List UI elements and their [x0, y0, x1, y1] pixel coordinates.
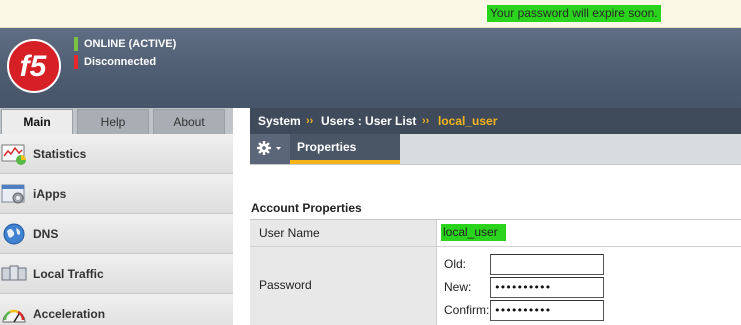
sidebar-item-label: Local Traffic [33, 267, 104, 281]
new-password-input[interactable]: •••••••••• [490, 277, 604, 298]
confirm-password-label: Confirm: [444, 303, 490, 317]
disconnected-indicator [74, 55, 78, 69]
breadcrumb-system[interactable]: System [258, 108, 301, 134]
chevron-down-icon [276, 147, 281, 150]
dns-globe-icon [3, 223, 25, 245]
new-password-label: New: [444, 280, 472, 294]
status-online: ONLINE (ACTIVE) [74, 37, 176, 51]
notice-bar: Your password will expire soon. [0, 0, 741, 28]
breadcrumb-current: local_user [438, 114, 498, 128]
table-row: Password Old: New: •••••••••• Confirm: •… [250, 247, 741, 325]
tab-properties-label: Properties [297, 140, 357, 154]
logo-text: f5 [20, 50, 48, 83]
breadcrumb-user-list[interactable]: Users : User List [321, 108, 416, 134]
user-name-value: local_user [441, 224, 506, 241]
acceleration-gauge-icon [2, 309, 26, 323]
online-indicator [74, 37, 78, 51]
tab-main[interactable]: Main [1, 109, 73, 134]
sidebar-item-iapps[interactable]: iApps [0, 174, 233, 214]
breadcrumb-separator: ›› [306, 115, 314, 127]
old-password-input[interactable] [490, 254, 604, 275]
section-title: Account Properties [251, 201, 362, 215]
password-cell: Old: New: •••••••••• Confirm: •••••••••• [438, 247, 741, 325]
main-tab-strip: Main Help About [0, 108, 233, 134]
user-name-label: User Name [250, 220, 437, 246]
status-online-label: ONLINE (ACTIVE) [84, 38, 177, 50]
table-row: User Name local_user [250, 220, 741, 247]
tab-about[interactable]: About [153, 109, 225, 134]
confirm-password-input[interactable]: •••••••••• [490, 300, 604, 321]
statistics-icon [1, 144, 26, 165]
tab-properties[interactable]: Properties [290, 134, 400, 164]
f5-logo[interactable]: f5 [6, 38, 62, 94]
status-connection: Disconnected [74, 55, 156, 69]
active-tab-indicator [290, 160, 400, 164]
header: f5 ONLINE (ACTIVE) Disconnected [0, 28, 741, 108]
sidebar-item-label: Acceleration [33, 307, 106, 321]
breadcrumb: System ›› Users : User List ›› local_use… [250, 108, 741, 134]
account-properties-table: User Name local_user Password Old: New: … [250, 219, 741, 325]
sidebar-item-acceleration[interactable]: Acceleration [0, 294, 233, 325]
sidebar-item-dns[interactable]: DNS [0, 214, 233, 254]
sidebar-item-local-traffic[interactable]: Local Traffic [0, 254, 233, 294]
password-expiry-notice: Your password will expire soon. [487, 5, 661, 22]
sidebar-item-label: DNS [33, 227, 59, 241]
gear-menu-button[interactable] [250, 134, 290, 164]
status-connection-label: Disconnected [84, 56, 157, 68]
iapps-icon [1, 184, 25, 204]
content-gutter [233, 108, 250, 325]
local-traffic-icon [1, 265, 27, 281]
tab-help[interactable]: Help [77, 109, 149, 134]
gear-icon [257, 141, 281, 155]
sidebar-item-label: Statistics [33, 147, 87, 161]
sidebar: Statistics iApps DNS Local Traffic Accel… [0, 134, 233, 325]
sidebar-item-label: iApps [33, 187, 67, 201]
breadcrumb-separator: ›› [422, 115, 430, 127]
toolbar: Properties [250, 134, 741, 165]
user-name-cell: local_user [438, 220, 741, 246]
sidebar-item-statistics[interactable]: Statistics [0, 134, 233, 174]
password-label: Password [250, 247, 437, 325]
old-password-label: Old: [444, 257, 467, 271]
